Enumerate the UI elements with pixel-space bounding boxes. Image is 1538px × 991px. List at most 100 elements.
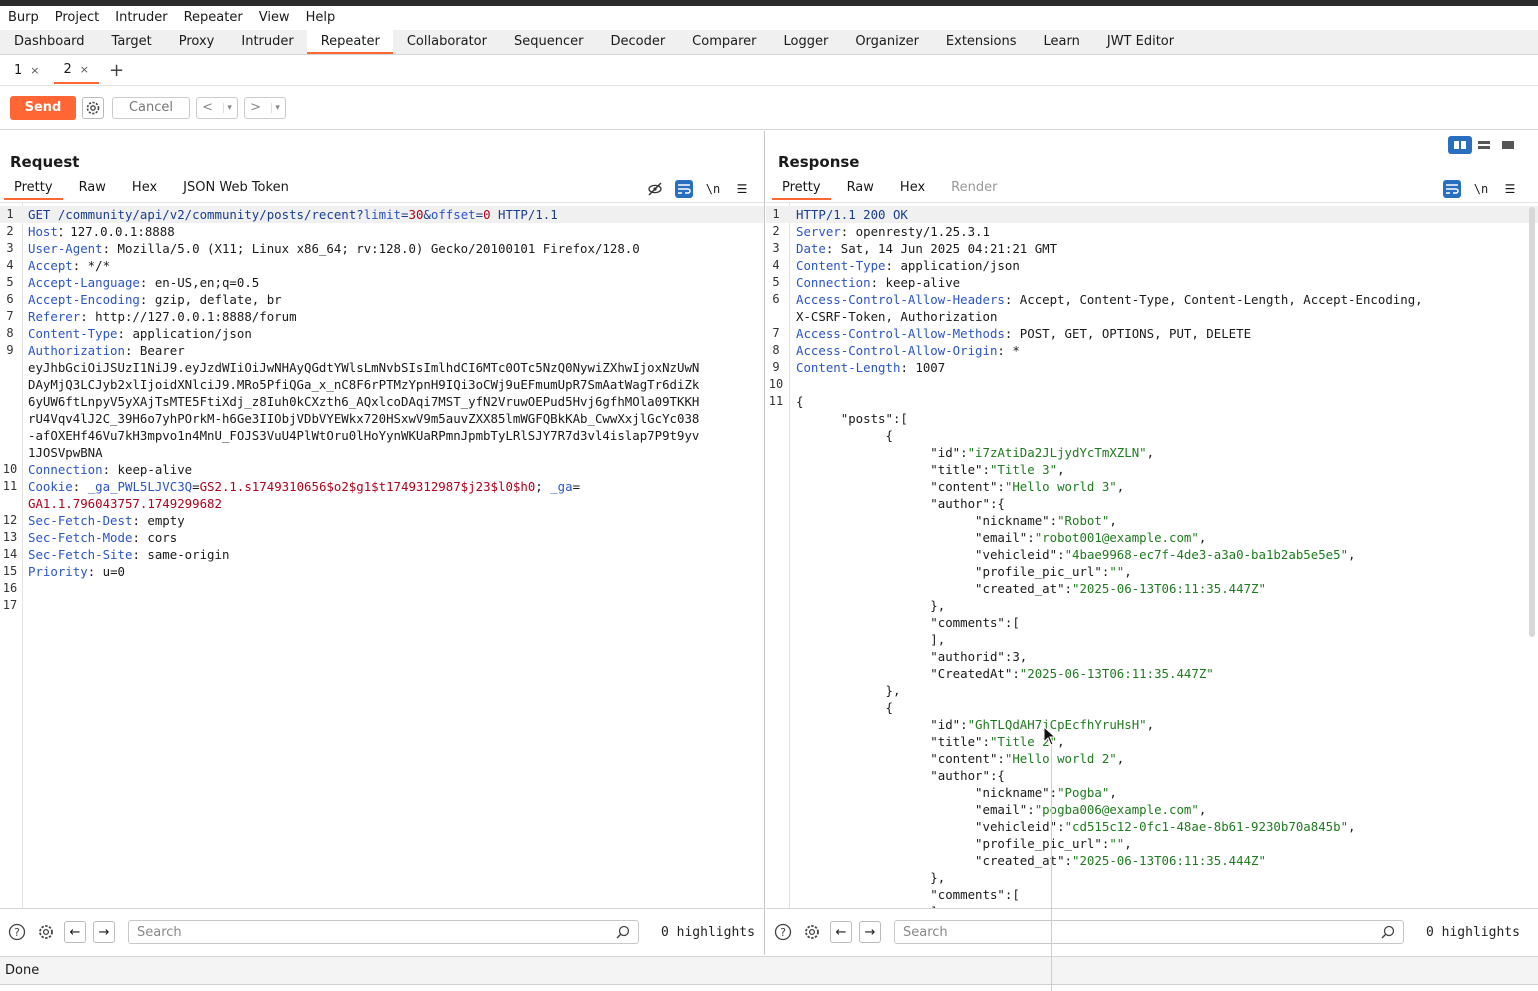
request-search-input[interactable]: Search <box>128 920 639 944</box>
token: rU4Vqv4lJ2C_39H6o7yhPOrkM-h6Ge3IIObjVDbV… <box>28 411 700 426</box>
code-line: "title":"Title 2", <box>766 733 1538 750</box>
close-icon[interactable]: × <box>30 64 39 77</box>
tab-logger[interactable]: Logger <box>770 30 842 54</box>
token: "CreatedAt": <box>796 666 1020 681</box>
token: Access-Control-Allow-Origin <box>796 343 998 358</box>
split-vertical-icon[interactable] <box>1472 136 1496 154</box>
tab-collaborator[interactable]: Collaborator <box>393 30 500 54</box>
view-tab-raw[interactable]: Raw <box>837 178 884 200</box>
line-content: Access-Control-Allow-Origin: * <box>796 342 1020 359</box>
close-icon[interactable]: × <box>80 63 89 76</box>
token: : keep-alive <box>870 275 961 290</box>
menu-item-help[interactable]: Help <box>298 6 344 30</box>
wrap-lines-icon[interactable] <box>1443 180 1461 198</box>
arrow-right-icon[interactable]: → <box>859 921 881 943</box>
tab-organizer[interactable]: Organizer <box>841 30 932 54</box>
view-tab-json-web-token[interactable]: JSON Web Token <box>173 178 299 200</box>
menu-icon[interactable]: ☰ <box>1501 180 1519 198</box>
menu-item-repeater[interactable]: Repeater <box>176 6 251 30</box>
history-forward-button[interactable]: > ▾ <box>244 96 286 119</box>
menu-icon[interactable]: ☰ <box>733 180 751 198</box>
line-number: 8 <box>772 343 780 357</box>
token: Authorization <box>28 343 125 358</box>
response-scrollbar[interactable] <box>1529 207 1535 637</box>
response-pane: Response Pretty Raw Hex Render \n ☰ 1 HTTP/1… <box>766 131 1538 955</box>
menu-item-burp[interactable]: Burp <box>0 6 47 30</box>
token: "cd515c12-0fc1-48ae-8b61-9230b70a845b" <box>1064 819 1349 834</box>
view-tab-hex[interactable]: Hex <box>890 178 935 200</box>
wrap-lines-icon[interactable] <box>675 180 693 198</box>
line-number: 4 <box>772 258 780 272</box>
tab-jwt-editor[interactable]: JWT Editor <box>1093 30 1187 54</box>
code-line: "nickname":"Robot", <box>766 512 1538 529</box>
help-icon[interactable]: ? <box>6 921 28 943</box>
arrow-left-icon[interactable]: ← <box>830 921 852 943</box>
view-tab-raw[interactable]: Raw <box>69 178 116 200</box>
token: DAyMjQ3LCJyb2xlIjoidXNlciJ9.MRo5PfiQGa_x… <box>28 377 700 392</box>
token: "posts":[ <box>796 411 908 426</box>
tab-extensions[interactable]: Extensions <box>932 30 1030 54</box>
code-line: ], <box>766 631 1538 648</box>
send-settings-button[interactable] <box>82 96 104 119</box>
token: "GhTLQdAH7jCpEcfhYruHsH" <box>967 717 1147 732</box>
tab-intruder[interactable]: Intruder <box>227 30 306 54</box>
token: "nickname": <box>796 785 1058 800</box>
repeater-tab-1[interactable]: 1 × <box>4 58 50 84</box>
token: "comments":[ <box>796 887 1020 902</box>
hide-nonprintable-icon[interactable] <box>646 180 664 198</box>
token: : Bearer <box>124 343 185 358</box>
tab-decoder[interactable]: Decoder <box>596 30 678 54</box>
newline-icon[interactable]: \n <box>704 180 722 198</box>
token: "pogba006@example.com" <box>1034 802 1199 817</box>
response-search-input[interactable]: Search <box>894 920 1404 944</box>
line-content: Sec-Fetch-Dest: empty <box>28 512 185 529</box>
help-icon[interactable]: ? <box>772 921 794 943</box>
view-tab-pretty[interactable]: Pretty <box>4 178 63 200</box>
add-tab-button[interactable]: + <box>109 60 124 81</box>
view-tab-hex[interactable]: Hex <box>122 178 167 200</box>
cancel-button[interactable]: Cancel <box>112 96 190 119</box>
tab-comparer[interactable]: Comparer <box>678 30 769 54</box>
history-back-button[interactable]: < ▾ <box>196 96 238 119</box>
split-horizontal-icon[interactable] <box>1448 136 1472 154</box>
chevron-down-icon[interactable]: ▾ <box>223 102 232 113</box>
token: Date <box>796 241 826 256</box>
response-editor[interactable]: 1 HTTP/1.1 200 OK 2 Server: openresty/1.25.… <box>766 202 1538 908</box>
token: : Sat, 14 Jun 2025 04:21:21 GMT <box>825 241 1058 256</box>
code-line: 5 Accept-Language: en-US,en;q=0.5 <box>0 274 764 291</box>
arrow-right-icon[interactable]: → <box>93 921 115 943</box>
menu-item-view[interactable]: View <box>251 6 298 30</box>
tab-sequencer[interactable]: Sequencer <box>500 30 596 54</box>
line-content: DAyMjQ3LCJyb2xlIjoidXNlciJ9.MRo5PfiQGa_x… <box>28 376 699 393</box>
token: , <box>1146 717 1155 732</box>
request-editor[interactable]: 1 GET /community/api/v2/community/posts/r… <box>0 202 764 908</box>
gear-icon[interactable] <box>35 921 57 943</box>
token: "2025-06-13T06:11:35.447Z" <box>1072 581 1266 596</box>
gear-icon[interactable] <box>801 921 823 943</box>
search-icon <box>1381 925 1395 939</box>
menu-item-intruder[interactable]: Intruder <box>107 6 175 30</box>
line-number: 2 <box>772 224 780 238</box>
repeater-tab-2[interactable]: 2 × <box>53 58 99 84</box>
tabbed-layout-icon[interactable] <box>1496 136 1520 154</box>
token: : application/json <box>117 326 252 341</box>
tab-target[interactable]: Target <box>98 30 165 54</box>
token: , <box>1198 530 1207 545</box>
line-content: "id":"GhTLQdAH7jCpEcfhYruHsH", <box>796 716 1154 733</box>
send-button[interactable]: Send <box>10 95 76 120</box>
token: Accept-Language <box>28 275 140 290</box>
token: : http://127.0.0.1:8888/forum <box>80 309 297 324</box>
chevron-down-icon[interactable]: ▾ <box>271 102 280 113</box>
back-label: < <box>202 100 214 115</box>
tab-proxy[interactable]: Proxy <box>165 30 228 54</box>
tab-learn[interactable]: Learn <box>1030 30 1093 54</box>
tab-repeater[interactable]: Repeater <box>306 30 393 54</box>
token: _ga_PWL5LJVC3Q <box>87 479 193 494</box>
view-tab-render[interactable]: Render <box>941 178 1007 200</box>
line-content: Date: Sat, 14 Jun 2025 04:21:21 GMT <box>796 240 1057 257</box>
view-tab-pretty[interactable]: Pretty <box>772 178 831 200</box>
tab-dashboard[interactable]: Dashboard <box>0 30 98 54</box>
arrow-left-icon[interactable]: ← <box>64 921 86 943</box>
newline-icon[interactable]: \n <box>1472 180 1490 198</box>
menu-item-project[interactable]: Project <box>47 6 107 30</box>
